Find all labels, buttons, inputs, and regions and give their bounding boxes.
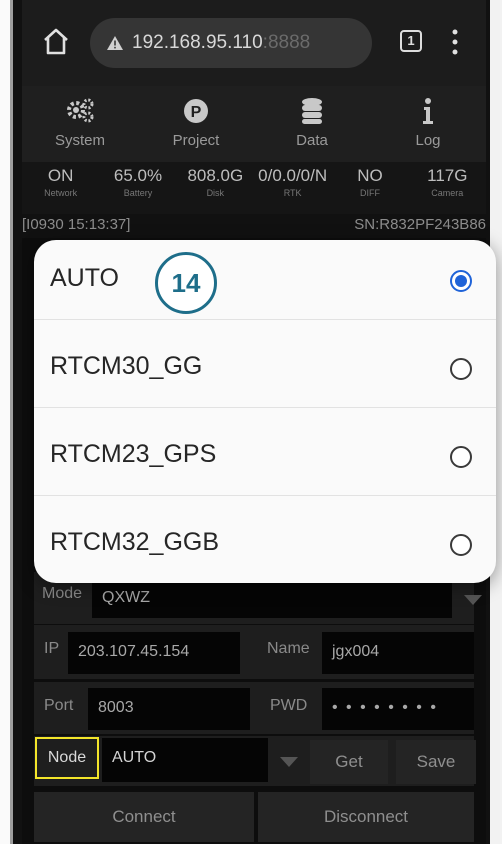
mode-select[interactable]: QXWZ	[92, 578, 452, 618]
status-value: NO	[357, 166, 383, 185]
nav-label-system: System	[54, 132, 105, 149]
status-disk: 808.0G Disk	[177, 162, 254, 214]
node-dropdown-arrow-icon[interactable]	[280, 757, 298, 767]
url-port: :8888	[262, 32, 311, 53]
status-value: 0/0.0/0/N	[258, 166, 328, 185]
radio-button[interactable]	[450, 534, 472, 556]
gears-icon	[67, 98, 94, 123]
ip-field[interactable]: 203.107.45.154	[68, 632, 240, 674]
status-label: RTK	[283, 188, 302, 198]
info-icon	[423, 98, 433, 124]
status-value: 808.0G	[187, 166, 244, 185]
node-select[interactable]: AUTO	[102, 738, 268, 782]
status-bar: ON Network 65.0% Battery 808.0G Disk 0/0…	[22, 162, 486, 214]
radio-button[interactable]	[450, 446, 472, 468]
node-select-dialog: AUTO RTCM30_GG RTCM23_GPS RTCM32_GGB	[34, 240, 496, 583]
status-diff: NO DIFF	[331, 162, 408, 214]
status-value: 117G	[427, 166, 468, 185]
option-label: AUTO	[50, 264, 119, 292]
status-value: 65.0%	[113, 166, 163, 185]
name-label: Name	[267, 640, 310, 657]
photo-edge-left	[0, 0, 22, 844]
get-button[interactable]: Get	[310, 740, 388, 784]
option-rtcm30-gg[interactable]: RTCM30_GG	[34, 328, 496, 408]
nav-label-data: Data	[296, 132, 328, 149]
status-label: Network	[44, 188, 78, 198]
database-icon	[302, 98, 322, 124]
main-nav: System P Project Data Log	[22, 86, 486, 162]
status-camera: 117G Camera	[409, 162, 486, 214]
disconnect-button[interactable]: Disconnect	[258, 792, 474, 842]
save-button[interactable]: Save	[396, 740, 476, 784]
pwd-label: PWD	[270, 697, 308, 714]
home-icon[interactable]	[42, 26, 70, 56]
status-label: Disk	[206, 188, 225, 198]
browser-toolbar: 192.168.95.110:8888 1	[22, 0, 486, 86]
name-field[interactable]: jgx004	[322, 632, 474, 674]
serial-number: SN:R832PF243B86	[354, 216, 486, 233]
option-rtcm32-ggb[interactable]: RTCM32_GGB	[34, 504, 496, 583]
option-label: RTCM32_GGB	[50, 528, 220, 556]
log-timestamp: [I0930 15:13:37]	[22, 216, 131, 233]
status-rtk: 0/0.0/0/N RTK	[254, 162, 331, 214]
nav-project[interactable]: P Project	[138, 86, 254, 162]
status-label: Camera	[431, 188, 464, 198]
radio-button[interactable]	[450, 270, 472, 292]
svg-text:P: P	[191, 104, 202, 121]
port-label: Port	[44, 697, 74, 714]
project-p-icon: P	[184, 99, 208, 123]
nav-log[interactable]: Log	[370, 86, 486, 162]
mode-label: Mode	[42, 585, 83, 602]
address-bar[interactable]: 192.168.95.110:8888	[90, 18, 372, 68]
node-label: Node	[35, 737, 99, 779]
status-network: ON Network	[22, 162, 99, 214]
step-number-badge: 14	[155, 252, 217, 314]
option-rtcm23-gps[interactable]: RTCM23_GPS	[34, 416, 496, 496]
mode-dropdown-arrow-icon[interactable]	[464, 595, 482, 605]
status-label: DIFF	[359, 188, 380, 198]
nav-label-log: Log	[415, 132, 441, 149]
nav-label-project: Project	[172, 132, 220, 149]
overflow-menu-icon[interactable]	[452, 28, 458, 56]
status-value: ON	[47, 166, 74, 185]
option-auto[interactable]: AUTO	[34, 240, 496, 320]
option-label: RTCM30_GG	[50, 352, 203, 380]
ip-label: IP	[44, 640, 60, 657]
warning-icon	[107, 36, 123, 50]
password-field[interactable]: • • • • • • • •	[322, 688, 474, 730]
radio-button[interactable]	[450, 358, 472, 380]
option-label: RTCM23_GPS	[50, 440, 217, 468]
nav-data[interactable]: Data	[254, 86, 370, 162]
status-battery: 65.0% Battery	[99, 162, 176, 214]
connect-button[interactable]: Connect	[34, 792, 254, 842]
url-host: 192.168.95.110	[132, 32, 263, 53]
nav-system[interactable]: System	[22, 86, 138, 162]
log-info-row: [I0930 15:13:37] SN:R832PF243B86	[22, 214, 486, 238]
port-field[interactable]: 8003	[88, 688, 250, 730]
status-label: Battery	[123, 188, 153, 198]
tab-switcher-icon[interactable]: 1	[400, 30, 422, 52]
